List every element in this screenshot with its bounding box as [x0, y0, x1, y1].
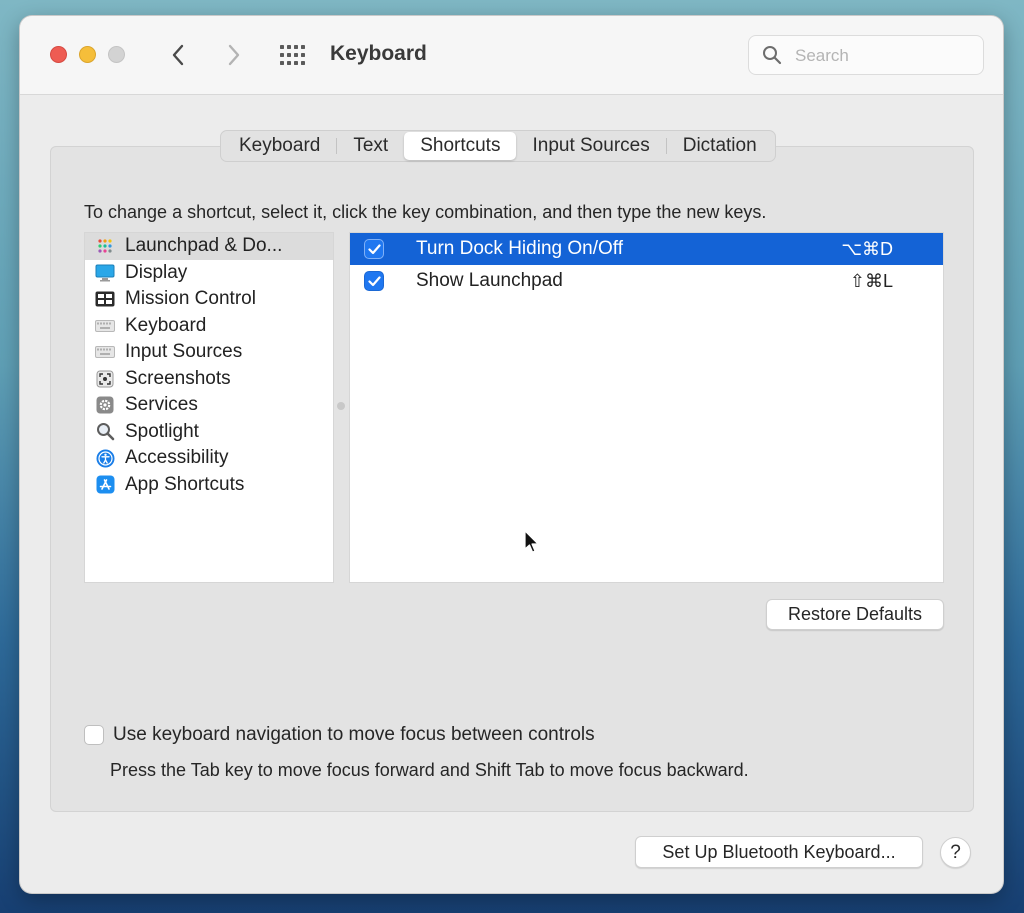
split-view-handle[interactable]	[337, 402, 345, 410]
input-sources-icon	[95, 342, 115, 362]
category-label: Input Sources	[125, 341, 243, 363]
tab-bar: Keyboard Text Shortcuts Input Sources Di…	[220, 130, 776, 162]
search-field[interactable]	[748, 35, 984, 75]
category-label: Services	[125, 394, 198, 416]
category-label: App Shortcuts	[125, 473, 245, 495]
tab-dictation[interactable]: Dictation	[667, 132, 773, 160]
forward-button[interactable]	[220, 41, 248, 69]
close-button[interactable]	[50, 46, 67, 63]
category-label: Spotlight	[125, 420, 199, 442]
shortcut-row-show-launchpad[interactable]: Show Launchpad ⇧⌘L	[350, 265, 943, 297]
display-icon	[95, 263, 115, 283]
show-all-grid-icon[interactable]	[279, 44, 305, 66]
category-label: Mission Control	[125, 288, 256, 310]
category-screenshots[interactable]: Screenshots	[85, 366, 333, 393]
help-button[interactable]: ?	[940, 837, 971, 868]
chevron-left-icon	[172, 44, 184, 66]
launchpad-icon	[95, 236, 115, 256]
category-launchpad-dock[interactable]: Launchpad & Do...	[85, 233, 333, 260]
search-icon	[763, 46, 782, 65]
category-label: Launchpad & Do...	[125, 235, 283, 257]
restore-defaults-button[interactable]: Restore Defaults	[766, 599, 944, 630]
category-input-sources[interactable]: Input Sources	[85, 339, 333, 366]
system-preferences-window: Keyboard Keyboard Text Shortcuts Input S…	[20, 16, 1003, 893]
screenshots-icon	[95, 369, 115, 389]
zoom-button[interactable]	[108, 46, 125, 63]
tab-text[interactable]: Text	[337, 132, 404, 160]
category-keyboard[interactable]: Keyboard	[85, 313, 333, 340]
shortcut-enabled-checkbox[interactable]	[364, 271, 384, 291]
checkmark-icon	[367, 243, 381, 254]
category-mission-control[interactable]: Mission Control	[85, 286, 333, 313]
category-label: Accessibility	[125, 447, 229, 469]
keyboard-navigation-label[interactable]: Use keyboard navigation to move focus be…	[113, 724, 595, 746]
shortcut-label: Show Launchpad	[416, 270, 563, 291]
chevron-right-icon	[228, 44, 240, 66]
category-list[interactable]: Launchpad & Do... Display Mission Contro…	[84, 232, 334, 583]
category-spotlight[interactable]: Spotlight	[85, 419, 333, 446]
tab-input-sources[interactable]: Input Sources	[516, 132, 665, 160]
keyboard-navigation-option[interactable]: Use keyboard navigation to move focus be…	[84, 724, 595, 746]
tab-shortcuts[interactable]: Shortcuts	[404, 132, 517, 160]
back-button[interactable]	[164, 41, 192, 69]
mission-control-icon	[95, 289, 115, 309]
shortcut-keys[interactable]: ⇧⌘L	[850, 271, 893, 292]
services-icon	[95, 395, 115, 415]
category-label: Screenshots	[125, 367, 231, 389]
category-label: Display	[125, 261, 188, 283]
app-shortcuts-icon	[95, 475, 115, 495]
category-services[interactable]: Services	[85, 392, 333, 419]
keyboard-navigation-checkbox[interactable]	[84, 725, 104, 745]
spotlight-icon	[95, 422, 115, 442]
category-app-shortcuts[interactable]: App Shortcuts	[85, 472, 333, 499]
keyboard-icon	[95, 316, 115, 336]
category-label: Keyboard	[125, 314, 207, 336]
checkmark-icon	[367, 275, 381, 286]
category-accessibility[interactable]: Accessibility	[85, 445, 333, 472]
keyboard-navigation-help: Press the Tab key to move focus forward …	[110, 760, 749, 780]
title-bar: Keyboard	[20, 16, 1003, 95]
shortcut-list[interactable]: Turn Dock Hiding On/Off ⌥⌘D Show Launchp…	[349, 232, 944, 583]
search-input[interactable]	[793, 43, 977, 69]
tab-keyboard[interactable]: Keyboard	[223, 132, 336, 160]
shortcut-row-dock-hiding[interactable]: Turn Dock Hiding On/Off ⌥⌘D	[350, 233, 943, 265]
shortcut-enabled-checkbox[interactable]	[364, 239, 384, 259]
shortcut-keys[interactable]: ⌥⌘D	[841, 239, 893, 260]
category-display[interactable]: Display	[85, 260, 333, 287]
minimize-button[interactable]	[79, 46, 96, 63]
bluetooth-keyboard-button[interactable]: Set Up Bluetooth Keyboard...	[635, 836, 923, 868]
mouse-pointer-icon	[524, 530, 539, 553]
instruction-text: To change a shortcut, select it, click t…	[84, 202, 767, 222]
accessibility-icon	[95, 448, 115, 468]
window-title: Keyboard	[330, 42, 427, 65]
shortcut-label: Turn Dock Hiding On/Off	[416, 238, 623, 259]
